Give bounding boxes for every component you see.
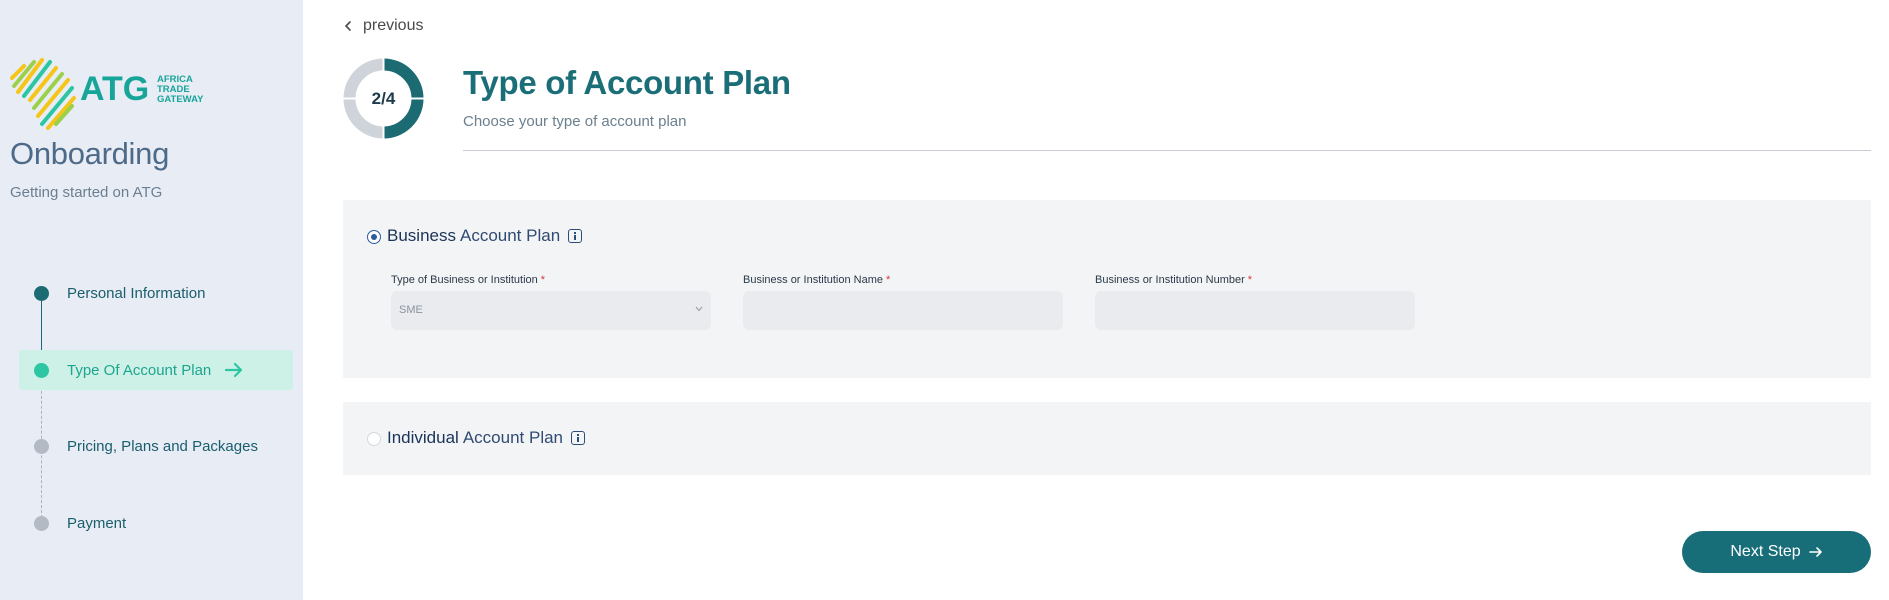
business-name-label: Business or Institution Name *	[743, 274, 891, 286]
type-of-business-label: Type of Business or Institution *	[391, 274, 546, 286]
step-pricing-plans-packages[interactable]: Pricing, Plans and Packages	[19, 426, 293, 466]
divider	[463, 150, 1871, 151]
individual-plan-rest: Account Plan	[462, 428, 564, 447]
individual-plan-bold: Individual	[387, 428, 459, 447]
step-pending-dot-icon	[34, 439, 49, 454]
chevron-down-icon	[695, 306, 703, 312]
arrow-right-icon	[1808, 547, 1822, 557]
business-name-input[interactable]	[743, 291, 1063, 330]
progress-text: 2/4	[371, 89, 396, 108]
type-of-business-select[interactable]: SME	[391, 291, 711, 330]
step-pending-dot-icon	[34, 516, 49, 531]
sidebar-subtitle: Getting started on ATG	[10, 184, 163, 201]
info-icon[interactable]	[571, 431, 586, 445]
next-step-button[interactable]: Next Step	[1682, 531, 1871, 573]
sidebar: ATG AFRICA TRADE GATEWAY Onboarding Gett…	[0, 0, 303, 600]
business-plan-heading: Business Account Plan	[387, 226, 583, 246]
business-plan-bold: Business	[387, 226, 456, 245]
step-personal-information[interactable]: Personal Information	[19, 273, 293, 313]
individual-plan-panel: Individual Account Plan	[343, 402, 1871, 475]
page-title: Type of Account Plan	[463, 64, 791, 101]
atg-logo: ATG AFRICA TRADE GATEWAY	[10, 50, 220, 132]
arrow-right-icon	[224, 362, 243, 378]
business-plan-rest: Account Plan	[459, 226, 561, 245]
business-plan-panel: Business Account Plan Type of Business o…	[343, 200, 1871, 378]
select-value: SME	[399, 304, 423, 316]
previous-label: previous	[363, 17, 424, 34]
onboarding-app: ATG AFRICA TRADE GATEWAY Onboarding Gett…	[0, 0, 1889, 600]
step-label: Pricing, Plans and Packages	[67, 438, 258, 455]
next-step-label: Next Step	[1730, 543, 1801, 560]
step-done-dot-icon	[34, 286, 49, 301]
step-label: Type Of Account Plan	[67, 362, 212, 379]
logo-line-3: GATEWAY	[157, 94, 204, 105]
previous-link[interactable]: previous	[343, 17, 423, 35]
logo-mark-text: ATG	[80, 70, 149, 108]
page-subtitle: Choose your type of account plan	[463, 113, 687, 130]
step-label: Payment	[67, 515, 127, 532]
chevron-left-icon	[344, 21, 351, 31]
step-type-of-account-plan[interactable]: Type Of Account Plan	[19, 350, 293, 390]
business-plan-radio[interactable]	[367, 230, 381, 244]
info-icon[interactable]	[568, 229, 583, 243]
individual-plan-radio[interactable]	[367, 432, 381, 446]
step-label: Personal Information	[67, 285, 206, 302]
step-active-dot-icon	[34, 363, 49, 378]
business-number-label: Business or Institution Number *	[1095, 274, 1253, 286]
business-number-input[interactable]	[1095, 291, 1415, 330]
sidebar-title: Onboarding	[10, 136, 170, 171]
step-payment[interactable]: Payment	[19, 503, 293, 543]
individual-plan-heading: Individual Account Plan	[387, 428, 586, 448]
